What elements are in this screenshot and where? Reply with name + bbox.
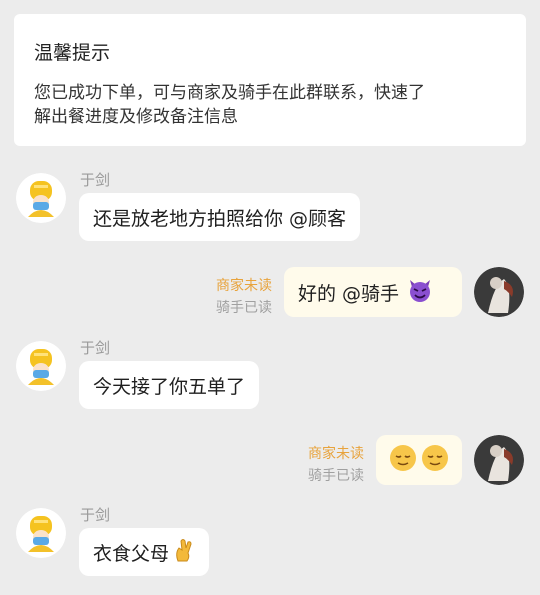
rider-avatar-icon: [16, 341, 66, 391]
rider-avatar[interactable]: [16, 341, 66, 391]
rider-read-status: 骑手已读: [308, 468, 364, 484]
rider-avatar-icon: [16, 173, 66, 223]
message-text: 衣食父母: [93, 542, 170, 565]
notice-title: 温馨提示: [34, 42, 111, 64]
rider-read-status: 骑手已读: [216, 300, 272, 316]
rider-avatar[interactable]: [16, 173, 66, 223]
message-row: 商家未读 骑手已读 好的 @骑手: [0, 262, 540, 322]
read-status: 商家未读 骑手已读: [288, 443, 364, 487]
customer-avatar-icon: [474, 435, 524, 485]
notice-text-line-1: 您已成功下单，可与商家及骑手在此群联系，快速了: [34, 83, 425, 103]
sender-name: 于剑: [80, 339, 111, 357]
rider-avatar-icon: [16, 508, 66, 558]
customer-avatar-icon: [474, 267, 524, 317]
message-text: 好的 @骑手: [298, 282, 400, 305]
read-status: 商家未读 骑手已读: [196, 275, 272, 319]
customer-avatar[interactable]: [474, 435, 524, 485]
relieved-face-icon: [388, 443, 418, 478]
notice-card: 温馨提示 您已成功下单，可与商家及骑手在此群联系，快速了 解出餐进度及修改备注信…: [14, 14, 526, 146]
sender-name: 于剑: [80, 171, 111, 189]
message-bubble[interactable]: 衣食父母: [79, 528, 210, 576]
notice-text: 您已成功下单，可与商家及骑手在此群联系，快速了 解出餐进度及修改备注信息: [34, 81, 506, 129]
message-bubble[interactable]: 好的 @骑手: [284, 267, 462, 317]
message-bubble[interactable]: 今天接了你五单了: [79, 361, 260, 409]
message-bubble[interactable]: 还是放老地方拍照给你 @顾客: [79, 193, 361, 241]
merchant-unread-status: 商家未读: [308, 446, 364, 462]
smiling-devil-icon: [407, 277, 433, 308]
notice-text-line-2: 解出餐进度及修改备注信息: [34, 107, 238, 127]
sender-name: 于剑: [80, 506, 111, 524]
merchant-unread-status: 商家未读: [216, 278, 272, 294]
message-row: 商家未读 骑手已读: [0, 430, 540, 490]
message-row: 于剑 还是放老地方拍照给你 @顾客: [0, 165, 540, 245]
crossed-fingers-icon: [173, 537, 195, 568]
message-row: 于剑 今天接了你五单了: [0, 333, 540, 413]
relieved-face-icon: [420, 443, 450, 478]
message-bubble[interactable]: [376, 435, 462, 485]
message-row: 于剑 衣食父母: [0, 500, 540, 580]
rider-avatar[interactable]: [16, 508, 66, 558]
customer-avatar[interactable]: [474, 267, 524, 317]
